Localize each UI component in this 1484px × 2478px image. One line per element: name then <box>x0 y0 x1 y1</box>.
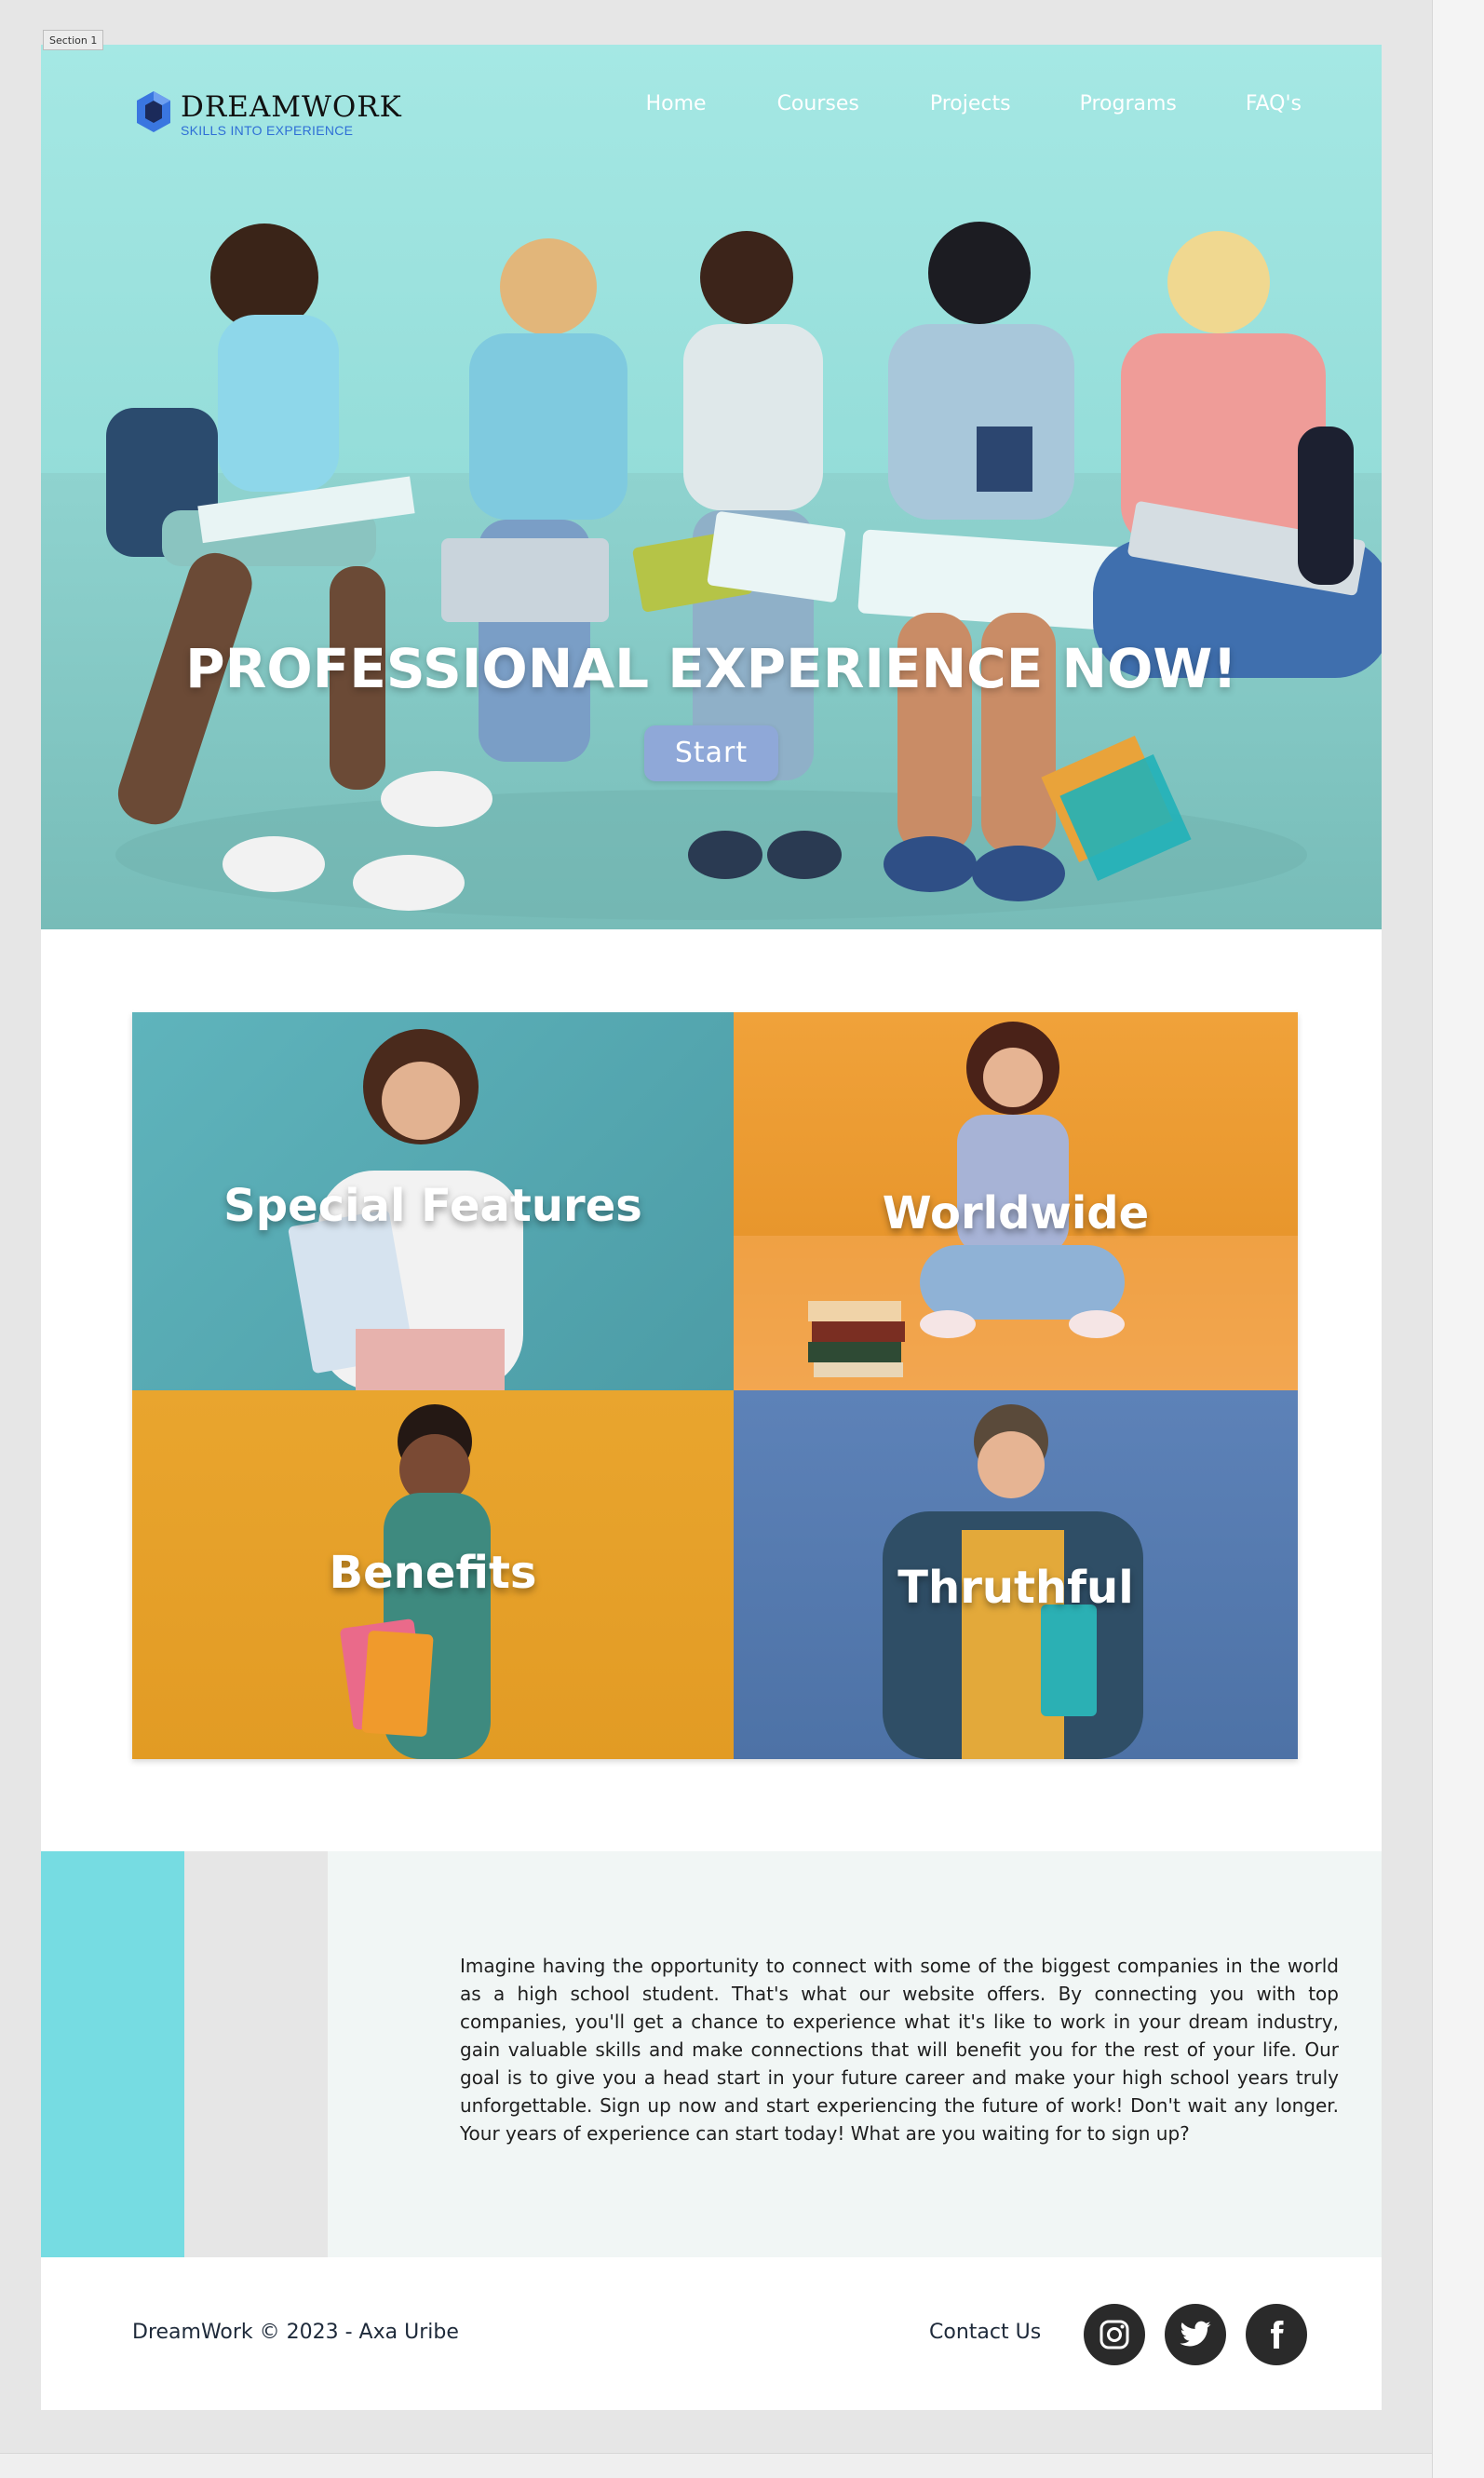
facebook-button[interactable] <box>1246 2304 1307 2365</box>
nav-faqs[interactable]: FAQ's <box>1246 86 1302 123</box>
brand-name: DREAMWORK <box>181 90 402 124</box>
twitter-button[interactable] <box>1165 2304 1226 2365</box>
hero-section: DREAMWORK SKILLS INTO EXPERIENCE Home Co… <box>41 45 1382 929</box>
nav-programs[interactable]: Programs <box>1080 86 1177 123</box>
facebook-icon <box>1271 2321 1284 2349</box>
brand-logo[interactable]: DREAMWORK SKILLS INTO EXPERIENCE <box>134 89 413 138</box>
hero-title: PROFESSIONAL EXPERIENCE NOW! <box>185 637 1237 700</box>
hero-students-photo <box>106 222 1382 920</box>
canvas-bottom-scrollbar[interactable] <box>0 2453 1432 2478</box>
hexagon-logo-icon <box>137 91 170 132</box>
card-benefits[interactable]: Benefits <box>132 1390 734 1759</box>
nav-projects[interactable]: Projects <box>930 86 1011 123</box>
feature-cards-grid: Special Features Worldwide Benefits Thru… <box>132 1012 1298 1759</box>
about-grey-bar <box>184 1851 328 2257</box>
canvas-right-panel <box>1432 0 1484 2478</box>
copyright-text: DreamWork © 2023 - Axa Uribe <box>132 2321 459 2344</box>
about-paragraph: Imagine having the opportunity to connec… <box>460 1955 1339 2145</box>
brand-tagline: SKILLS INTO EXPERIENCE <box>181 123 354 138</box>
instagram-button[interactable] <box>1084 2304 1145 2365</box>
artboard-section-label[interactable]: Section 1 <box>43 30 104 50</box>
card-title: Worldwide <box>882 1187 1150 1239</box>
nav-courses[interactable]: Courses <box>777 86 859 123</box>
about-accent-bar <box>41 1851 184 2257</box>
instagram-icon <box>1100 2320 1129 2349</box>
about-section: Imagine having the opportunity to connec… <box>41 1851 1382 2257</box>
start-button[interactable]: Start <box>644 725 778 781</box>
page-frame: DREAMWORK SKILLS INTO EXPERIENCE Home Co… <box>41 45 1382 2410</box>
card-title: Benefits <box>329 1547 537 1599</box>
twitter-icon <box>1180 2321 1211 2347</box>
card-thruthful[interactable]: Thruthful <box>734 1390 1298 1759</box>
card-title: Thruthful <box>897 1562 1134 1614</box>
card-title: Special Features <box>223 1180 642 1232</box>
nav-home[interactable]: Home <box>646 86 707 123</box>
card-special-features[interactable]: Special Features <box>132 1012 734 1390</box>
site-footer: DreamWork © 2023 - Axa Uribe Contact Us <box>41 2257 1382 2410</box>
main-nav: Home Courses Projects Programs FAQ's <box>646 86 1302 123</box>
contact-us-link[interactable]: Contact Us <box>929 2321 1041 2344</box>
card-worldwide[interactable]: Worldwide <box>734 1012 1298 1390</box>
